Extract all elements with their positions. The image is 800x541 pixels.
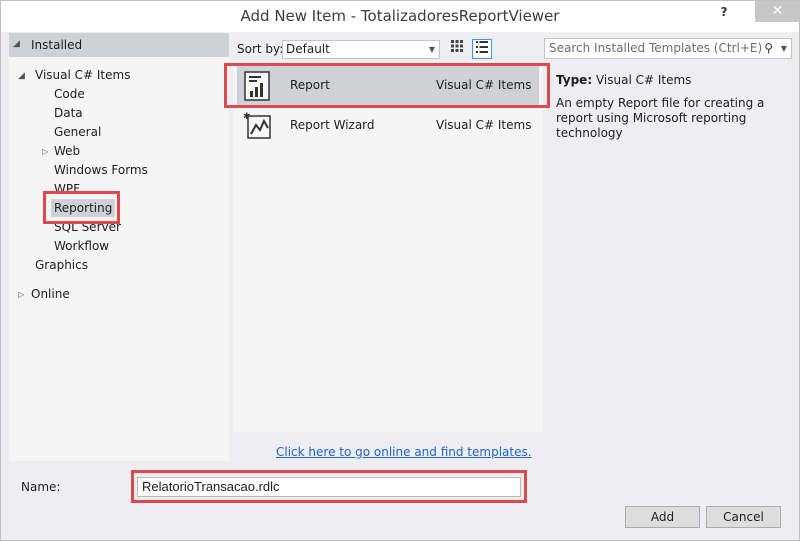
expand-right-icon[interactable]: ▷: [42, 147, 48, 156]
tree-item-installed[interactable]: ◢ Installed: [9, 33, 229, 57]
reporting-highlight: [43, 191, 120, 224]
expand-right-icon[interactable]: ▷: [18, 290, 24, 299]
template-category: Visual C# Items: [436, 118, 532, 132]
expand-down-icon[interactable]: ◢: [18, 71, 25, 81]
name-highlight: [131, 470, 527, 503]
chevron-down-icon: ▼: [428, 45, 435, 54]
template-item-report-wizard[interactable]: ✱ Report Wizard Visual C# Items: [237, 106, 539, 146]
tree-item-workflow[interactable]: Workflow: [54, 237, 109, 255]
help-button[interactable]: ?: [713, 1, 735, 25]
online-templates-link[interactable]: Click here to go online and find templat…: [276, 445, 532, 459]
search-input[interactable]: Search Installed Templates (Ctrl+E) ⚲ ▼: [544, 38, 792, 59]
tree-item-code[interactable]: Code: [54, 85, 85, 103]
report-wizard-icon: ✱: [243, 112, 271, 139]
template-list: Report Visual C# Items ✱ Report Wizard V…: [233, 61, 543, 432]
detail-type-label: Type:: [556, 73, 593, 87]
expand-down-icon[interactable]: ◢: [13, 39, 20, 49]
detail-type: Type: Visual C# Items: [556, 73, 691, 87]
sort-by-select[interactable]: Default ▼: [282, 40, 440, 59]
title-bar: Add New Item - TotalizadoresReportViewer…: [1, 1, 800, 32]
small-icons-view-button[interactable]: [447, 39, 467, 59]
name-label: Name:: [21, 480, 61, 494]
close-button[interactable]: ✕: [755, 1, 800, 22]
dialog-window: Add New Item - TotalizadoresReportViewer…: [0, 0, 800, 541]
tree-item-web[interactable]: Web: [54, 142, 80, 160]
chevron-down-icon[interactable]: ▼: [781, 39, 787, 58]
list-icon: [476, 41, 488, 53]
list-view-button[interactable]: [472, 39, 492, 59]
tree-item-online[interactable]: Online: [31, 285, 70, 303]
detail-type-value: Visual C# Items: [595, 73, 692, 87]
search-icon[interactable]: ⚲: [764, 39, 773, 58]
tree-item-graphics[interactable]: Graphics: [35, 256, 88, 274]
tree-item-visual-csharp[interactable]: Visual C# Items: [35, 66, 130, 84]
sort-by-value: Default: [286, 42, 330, 56]
detail-description: An empty Report file for creating a repo…: [556, 96, 765, 140]
cancel-button[interactable]: Cancel: [706, 506, 781, 528]
tree-item-label: Installed: [31, 38, 83, 52]
tree-item-data[interactable]: Data: [54, 104, 83, 122]
report-highlight: [224, 63, 550, 108]
tree-item-general[interactable]: General: [54, 123, 101, 141]
sort-by-label: Sort by:: [237, 42, 284, 56]
template-name: Report Wizard: [290, 118, 375, 132]
window-title: Add New Item - TotalizadoresReportViewer: [240, 7, 560, 25]
grid-icon: [451, 40, 463, 52]
add-button[interactable]: Add: [625, 506, 700, 528]
search-placeholder: Search Installed Templates (Ctrl+E): [549, 41, 763, 55]
template-tree: ◢ Installed ◢ Visual C# Items Code Data …: [9, 33, 229, 461]
tree-item-windows-forms[interactable]: Windows Forms: [54, 161, 148, 179]
